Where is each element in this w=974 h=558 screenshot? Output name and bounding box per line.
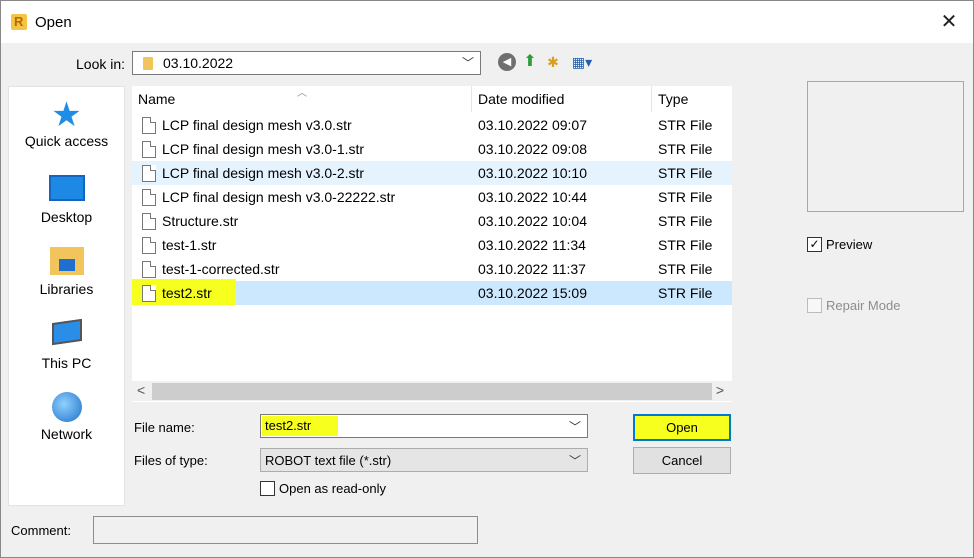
file-type: STR File (658, 213, 713, 229)
file-row-selected[interactable]: test2.str 03.10.2022 15:09 STR File (132, 279, 732, 305)
file-icon (142, 117, 156, 134)
file-row[interactable]: Structure.str 03.10.2022 10:04 STR File (132, 209, 732, 233)
file-date: 03.10.2022 10:04 (478, 213, 587, 229)
file-name: test-1.str (162, 237, 217, 253)
file-row[interactable]: test-1.str 03.10.2022 11:34 STR File (132, 233, 732, 257)
read-only-checkbox[interactable] (260, 481, 275, 496)
place-libraries[interactable]: Libraries (9, 245, 124, 297)
file-icon (142, 285, 156, 302)
file-name: LCP final design mesh v3.0.str (162, 117, 352, 133)
read-only-label: Open as read-only (279, 481, 386, 496)
place-desktop[interactable]: Desktop (9, 172, 124, 225)
file-date: 03.10.2022 11:34 (478, 237, 586, 253)
file-name-value: test2.str (262, 416, 338, 436)
cancel-button[interactable]: Cancel (633, 447, 731, 474)
place-quick-access[interactable]: ★ Quick access (9, 96, 124, 149)
place-label: This PC (41, 355, 92, 371)
file-type: STR File (658, 261, 713, 277)
file-date: 03.10.2022 09:08 (478, 141, 587, 157)
file-date: 03.10.2022 11:37 (478, 261, 586, 277)
title-bar: R Open ✕ (1, 1, 973, 43)
file-name: LCP final design mesh v3.0-1.str (162, 141, 365, 157)
file-name-input[interactable]: test2.str ﹀ (260, 414, 588, 438)
comment-field (93, 516, 478, 544)
file-type-label: Files of type: (134, 453, 208, 468)
file-name: test2.str (162, 285, 212, 301)
comment-label: Comment: (11, 523, 71, 538)
scroll-left-icon[interactable]: < (137, 382, 145, 398)
chevron-down-icon[interactable]: ﹀ (569, 418, 581, 435)
place-label: Network (40, 426, 93, 442)
file-type: STR File (658, 141, 713, 157)
sort-ascending-icon: ︿ (297, 88, 307, 99)
view-menu-icon[interactable]: ▦▾ (567, 53, 597, 71)
file-type: STR File (658, 117, 713, 133)
file-type: STR File (658, 237, 713, 253)
close-button[interactable]: ✕ (939, 12, 959, 32)
open-button[interactable]: Open (633, 414, 731, 441)
place-network[interactable]: Network (9, 391, 124, 442)
repair-mode-checkbox (807, 298, 822, 313)
open-dialog: R Open ✕ Look in: 03.10.2022 ﹀ ◀ ⬆ ✱ ▦▾ … (0, 0, 974, 558)
file-row[interactable]: LCP final design mesh v3.0-2.str 03.10.2… (132, 161, 732, 185)
place-label: Quick access (24, 133, 109, 149)
chevron-down-icon: ﹀ (568, 454, 581, 468)
back-icon[interactable]: ◀ (498, 53, 516, 71)
preview-pane (807, 81, 964, 212)
file-date: 03.10.2022 10:44 (478, 189, 587, 205)
file-list[interactable]: Name ︿ Date modified Type LCP final desi… (132, 86, 732, 402)
file-name: LCP final design mesh v3.0-2.str (162, 165, 365, 181)
pc-icon (51, 318, 82, 346)
look-in-value: 03.10.2022 (163, 55, 234, 71)
file-name: LCP final design mesh v3.0-22222.str (162, 189, 396, 205)
file-date: 03.10.2022 10:10 (478, 165, 587, 181)
file-row[interactable]: LCP final design mesh v3.0-22222.str 03.… (132, 185, 732, 209)
place-label: Libraries (39, 281, 94, 297)
file-name: Structure.str (162, 213, 239, 229)
file-type: STR File (658, 285, 713, 301)
look-in-label: Look in: (76, 56, 126, 72)
chevron-down-icon: ﹀ (461, 56, 474, 70)
folder-icon (143, 57, 153, 70)
network-icon (51, 392, 82, 422)
up-folder-icon[interactable]: ⬆ (521, 53, 539, 71)
file-icon (142, 189, 156, 206)
star-icon: ★ (51, 96, 82, 134)
file-icon (142, 213, 156, 230)
file-row[interactable]: LCP final design mesh v3.0-1.str 03.10.2… (132, 137, 732, 161)
file-icon (142, 141, 156, 158)
new-folder-icon[interactable]: ✱ (544, 53, 562, 71)
places-bar: ★ Quick access Desktop Libraries This PC… (8, 86, 125, 506)
preview-label: Preview (826, 237, 873, 252)
scrollbar-thumb[interactable] (152, 383, 712, 400)
desktop-icon (48, 175, 85, 201)
file-type-select[interactable]: ROBOT text file (*.str) ﹀ (260, 448, 588, 472)
file-name-label: File name: (134, 420, 195, 435)
column-header-date[interactable]: Date modified (472, 86, 652, 112)
preview-checkbox[interactable]: ✓ (807, 237, 822, 252)
file-name: test-1-corrected.str (162, 261, 280, 277)
file-date: 03.10.2022 09:07 (478, 117, 587, 133)
file-row[interactable]: test-1-corrected.str 03.10.2022 11:37 ST… (132, 257, 732, 281)
file-icon (142, 237, 156, 254)
scroll-right-icon[interactable]: > (716, 382, 724, 398)
column-header-label: Name (138, 91, 176, 107)
horizontal-scrollbar[interactable]: < > (132, 381, 732, 401)
file-type: STR File (658, 165, 713, 181)
file-date: 03.10.2022 15:09 (478, 285, 587, 301)
place-label: Desktop (40, 209, 93, 225)
column-header-name[interactable]: Name ︿ (132, 86, 472, 112)
place-this-pc[interactable]: This PC (9, 318, 124, 371)
libraries-icon (49, 247, 84, 275)
file-type: STR File (658, 189, 713, 205)
file-type-value: ROBOT text file (*.str) (265, 453, 392, 468)
file-row[interactable]: LCP final design mesh v3.0.str 03.10.202… (132, 113, 732, 137)
repair-mode-label: Repair Mode (826, 298, 901, 313)
robot-app-icon: R (11, 14, 27, 30)
look-in-combo[interactable]: 03.10.2022 ﹀ (132, 51, 481, 75)
window-title: Open (35, 14, 72, 31)
file-icon (142, 261, 156, 278)
file-icon (142, 165, 156, 182)
column-header-type[interactable]: Type (652, 86, 732, 112)
